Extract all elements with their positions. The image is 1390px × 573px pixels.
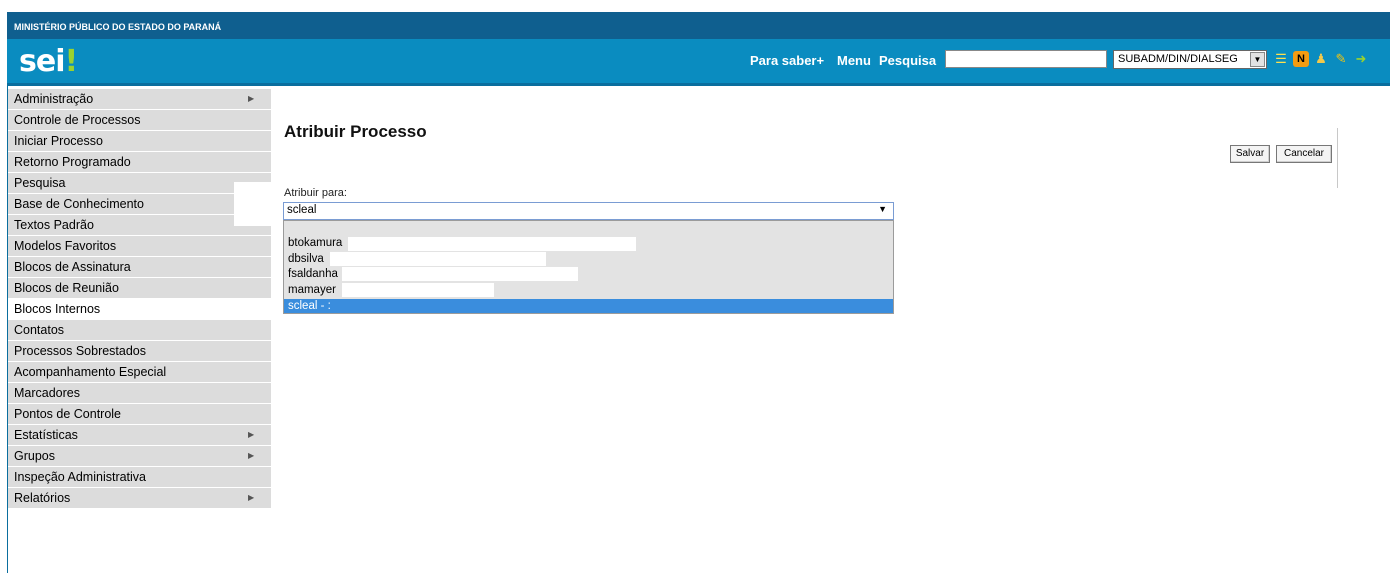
menu-item-label: Marcadores bbox=[14, 386, 80, 400]
cancel-button[interactable]: Cancelar bbox=[1276, 145, 1332, 163]
menu-item-textos-padrao[interactable]: Textos Padrão bbox=[8, 215, 271, 235]
unit-select[interactable]: SUBADM/DIN/DIALSEG ▼ bbox=[1113, 50, 1267, 69]
option-scleal-highlighted[interactable]: scleal - : bbox=[284, 299, 893, 313]
menu-item-inspecao-administrativa[interactable]: Inspeção Administrativa bbox=[8, 467, 271, 487]
menu-item-label: Blocos Internos bbox=[14, 302, 101, 316]
assign-select-value: scleal bbox=[287, 204, 317, 216]
redaction-block bbox=[348, 237, 636, 251]
logo-mark: ! bbox=[64, 44, 79, 79]
menu-item-label: Administração bbox=[14, 92, 94, 106]
menu-item-pesquisa[interactable]: Pesquisa bbox=[8, 173, 271, 193]
option-mamayer[interactable]: mamayer bbox=[288, 283, 336, 297]
menu-item-label: Textos Padrão bbox=[14, 218, 94, 232]
menu-item-label: Estatísticas bbox=[14, 428, 78, 442]
menu-item-label: Grupos bbox=[14, 449, 55, 463]
menu-item-administracao[interactable]: Administração ▶ bbox=[8, 89, 271, 109]
submenu-arrow-icon: ▶ bbox=[248, 451, 255, 460]
menu-item-label: Acompanhamento Especial bbox=[14, 365, 167, 379]
redaction-block bbox=[234, 182, 271, 226]
redaction-block bbox=[342, 267, 578, 281]
menu-item-label: Iniciar Processo bbox=[14, 134, 103, 148]
header-divider bbox=[7, 83, 1390, 86]
redaction-block bbox=[330, 252, 546, 266]
menu-item-controle-de-processos[interactable]: Controle de Processos bbox=[8, 110, 271, 130]
menu-item-label: Controle de Processos bbox=[14, 113, 141, 127]
organization-bar: MINISTÉRIO PÚBLICO DO ESTADO DO PARANÁ bbox=[7, 12, 1390, 39]
option-btokamura[interactable]: btokamura bbox=[288, 236, 342, 250]
menu-item-label: Blocos de Reunião bbox=[14, 281, 119, 295]
menu-item-iniciar-processo[interactable]: Iniciar Processo bbox=[8, 131, 271, 151]
app-header: sei! Para saber+ Menu Pesquisa SUBADM/DI… bbox=[7, 39, 1390, 83]
option-dbsilva[interactable]: dbsilva bbox=[288, 252, 324, 266]
menu-item-label: Pontos de Controle bbox=[14, 407, 122, 421]
toolbar-divider bbox=[1337, 128, 1338, 188]
sei-logo[interactable]: sei! bbox=[19, 44, 79, 79]
menu-item-relatorios[interactable]: Relatórios ▶ bbox=[8, 488, 271, 508]
assign-select[interactable]: scleal ▼ bbox=[283, 202, 894, 220]
menu-item-retorno-programado[interactable]: Retorno Programado bbox=[8, 152, 271, 172]
menu-item-grupos[interactable]: Grupos ▶ bbox=[8, 446, 271, 466]
menu-item-label: Processos Sobrestados bbox=[14, 344, 147, 358]
submenu-arrow-icon: ▶ bbox=[248, 94, 255, 103]
tools-icon[interactable]: ✎ bbox=[1333, 51, 1349, 67]
search-input[interactable] bbox=[945, 50, 1107, 68]
menu-item-label: Relatórios bbox=[14, 491, 71, 505]
menu-item-label: Retorno Programado bbox=[14, 155, 131, 169]
unit-select-value: SUBADM/DIN/DIALSEG bbox=[1118, 53, 1238, 65]
assign-label: Atribuir para: bbox=[284, 187, 347, 199]
chevron-down-icon[interactable]: ▼ bbox=[1250, 52, 1265, 67]
menu-item-marcadores[interactable]: Marcadores bbox=[8, 383, 271, 403]
menu-item-label: Inspeção Administrativa bbox=[14, 470, 147, 484]
organization-name: MINISTÉRIO PÚBLICO DO ESTADO DO PARANÁ bbox=[14, 22, 222, 32]
exit-icon[interactable]: ➜ bbox=[1353, 51, 1369, 67]
user-icon[interactable]: ♟ bbox=[1313, 51, 1329, 67]
menu-item-blocos-de-reuniao[interactable]: Blocos de Reunião bbox=[8, 278, 271, 298]
save-button[interactable]: Salvar bbox=[1230, 145, 1270, 163]
menu-item-pontos-de-controle[interactable]: Pontos de Controle bbox=[8, 404, 271, 424]
submenu-arrow-icon: ▶ bbox=[248, 430, 255, 439]
para-saber-link[interactable]: Para saber+ bbox=[750, 53, 824, 68]
menu-item-label: Pesquisa bbox=[14, 176, 66, 190]
menu-item-base-de-conhecimento[interactable]: Base de Conhecimento bbox=[8, 194, 271, 214]
submenu-arrow-icon: ▶ bbox=[248, 493, 255, 502]
top-strip bbox=[0, 0, 1390, 12]
chevron-down-icon: ▼ bbox=[878, 204, 887, 214]
menu-item-processos-sobrestados[interactable]: Processos Sobrestados bbox=[8, 341, 271, 361]
option-fsaldanha[interactable]: fsaldanha bbox=[288, 267, 338, 281]
main-menu: Administração ▶ Controle de Processos Ini… bbox=[8, 89, 271, 509]
pesquisa-link[interactable]: Pesquisa bbox=[879, 53, 936, 68]
page-title: Atribuir Processo bbox=[284, 122, 427, 141]
menu-item-label: Blocos de Assinatura bbox=[14, 260, 131, 274]
menu-item-contatos[interactable]: Contatos bbox=[8, 320, 271, 340]
menu-item-modelos-favoritos[interactable]: Modelos Favoritos bbox=[8, 236, 271, 256]
redaction-block bbox=[332, 205, 473, 218]
assign-dropdown-list: btokamura dbsilva fsaldanha mamayer scle… bbox=[283, 220, 894, 314]
menu-item-blocos-internos[interactable]: Blocos Internos bbox=[8, 299, 271, 319]
menu-item-acompanhamento-especial[interactable]: Acompanhamento Especial bbox=[8, 362, 271, 382]
menu-item-blocos-de-assinatura[interactable]: Blocos de Assinatura bbox=[8, 257, 271, 277]
redaction-block bbox=[342, 283, 494, 297]
logo-text: sei bbox=[19, 44, 65, 79]
menu-item-estatisticas[interactable]: Estatísticas ▶ bbox=[8, 425, 271, 445]
menu-item-label: Modelos Favoritos bbox=[14, 239, 117, 253]
menu-item-label: Base de Conhecimento bbox=[14, 197, 144, 211]
notes-icon[interactable]: N bbox=[1293, 51, 1309, 67]
menu-link[interactable]: Menu bbox=[837, 53, 871, 68]
list-icon[interactable]: ☰ bbox=[1273, 51, 1289, 67]
menu-item-label: Contatos bbox=[14, 323, 65, 337]
